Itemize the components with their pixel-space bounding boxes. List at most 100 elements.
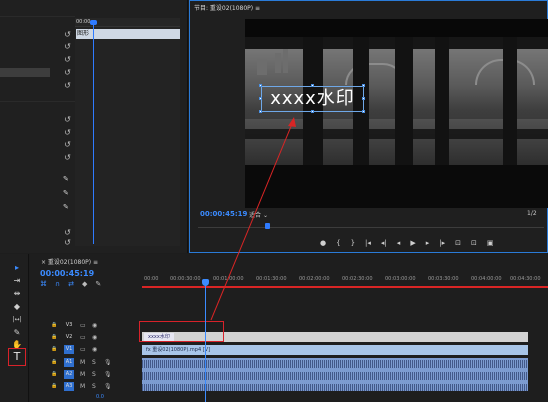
program-monitor-title[interactable]: 节目: 重设02(1080P) ≡ xyxy=(194,3,260,12)
resolution-dropdown[interactable]: 1/2 xyxy=(527,210,537,217)
monitor-scrub-bar[interactable] xyxy=(198,227,544,228)
go-to-in-icon[interactable]: |◂ xyxy=(365,238,371,248)
pen-tool-icon[interactable]: ✎ xyxy=(11,328,23,338)
resize-handle[interactable] xyxy=(362,110,365,113)
watermark-text[interactable]: xxxx水印 xyxy=(261,86,364,112)
lock-icon[interactable]: 🔒 xyxy=(50,321,59,330)
track-name[interactable]: A2 xyxy=(64,370,74,379)
selection-tool-icon[interactable]: ▸ xyxy=(11,263,23,273)
fit-dropdown[interactable]: 适合 ⌄ xyxy=(249,210,291,219)
tools-panel: ▸ ⇥ ⇹ ◆ |↔| ✎ ✋ T xyxy=(0,254,29,402)
mic-icon[interactable]: 🎙 xyxy=(104,370,112,379)
lock-icon[interactable]: 🔒 xyxy=(50,345,59,354)
add-marker-icon[interactable]: ◆ xyxy=(82,280,87,288)
reset-icon[interactable]: ↺ xyxy=(63,115,72,124)
reset-icon[interactable]: ↺ xyxy=(63,128,72,137)
play-icon[interactable]: ▶ xyxy=(410,238,415,248)
step-backward-icon[interactable]: ◂ xyxy=(397,238,401,248)
track-name[interactable]: V1 xyxy=(64,345,74,354)
solo-icon[interactable]: S xyxy=(92,370,96,379)
eyedropper-icon[interactable]: ✎ xyxy=(63,189,72,198)
playhead-handle[interactable] xyxy=(90,20,97,25)
video-preview[interactable]: xxxx水印 xyxy=(245,19,548,208)
lock-icon[interactable]: 🔒 xyxy=(50,382,59,391)
mic-icon[interactable]: 🎙 xyxy=(104,382,112,391)
building xyxy=(275,53,281,73)
monitor-playhead[interactable] xyxy=(265,223,270,229)
resize-handle[interactable] xyxy=(259,97,262,100)
reset-icon[interactable]: ↺ xyxy=(63,238,72,247)
mark-in-icon[interactable]: { xyxy=(336,238,340,248)
playhead-handle[interactable] xyxy=(202,279,209,286)
waveform xyxy=(142,384,528,391)
lift-icon[interactable]: ⊡ xyxy=(455,238,461,248)
ruler-label: 00:01:00:00 xyxy=(213,276,244,282)
lock-icon[interactable]: 🔒 xyxy=(50,370,59,379)
resize-handle[interactable] xyxy=(259,110,262,113)
eye-icon[interactable]: ◉ xyxy=(92,345,97,354)
sync-lock-icon[interactable]: ▭ xyxy=(80,321,86,330)
program-timecode[interactable]: 00:00:45:19 xyxy=(200,210,247,218)
resize-handle[interactable] xyxy=(362,84,365,87)
step-forward-icon[interactable]: ▸ xyxy=(426,238,430,248)
mute-icon[interactable]: M xyxy=(80,370,85,379)
go-to-out-icon[interactable]: |▸ xyxy=(439,238,445,248)
audio-clip-a1[interactable] xyxy=(142,358,528,370)
type-tool-icon[interactable]: T xyxy=(8,348,26,366)
lock-icon[interactable]: 🔒 xyxy=(50,333,59,342)
master-volume[interactable]: 0.0 xyxy=(96,394,104,400)
reset-icon[interactable]: ↺ xyxy=(63,140,72,149)
mute-icon[interactable]: M xyxy=(80,382,85,391)
sync-lock-icon[interactable]: ▭ xyxy=(80,333,86,342)
timeline-timecode[interactable]: 00:00:45:19 xyxy=(40,269,94,278)
track-name[interactable]: A3 xyxy=(64,382,74,391)
resize-handle[interactable] xyxy=(259,84,262,87)
reset-icon[interactable]: ↺ xyxy=(63,228,72,237)
sync-lock-icon[interactable]: ▭ xyxy=(80,345,86,354)
mark-out-icon[interactable]: } xyxy=(351,238,355,248)
solo-icon[interactable]: S xyxy=(92,358,96,367)
wrench-icon[interactable]: ✎ xyxy=(95,280,101,288)
ripple-edit-tool-icon[interactable]: ⇹ xyxy=(11,289,23,299)
track-name[interactable]: V2 xyxy=(64,333,74,342)
eyedropper-icon[interactable]: ✎ xyxy=(63,175,72,184)
resize-handle[interactable] xyxy=(362,97,365,100)
audio-clip-a2[interactable] xyxy=(142,370,528,382)
razor-tool-icon[interactable]: ◆ xyxy=(11,302,23,312)
eye-icon[interactable]: ◉ xyxy=(92,333,97,342)
reset-icon[interactable]: ↺ xyxy=(63,68,72,77)
ruler-label: 00:00:30:00 xyxy=(170,276,201,282)
snap-icon[interactable]: ∩ xyxy=(55,280,60,288)
track-name[interactable]: V3 xyxy=(64,321,74,330)
step-back-icon[interactable]: ◂| xyxy=(381,238,387,248)
reset-icon[interactable]: ↺ xyxy=(63,55,72,64)
add-marker-icon[interactable]: ● xyxy=(320,238,326,248)
reset-icon[interactable]: ↺ xyxy=(63,153,72,162)
effect-controls-timeline[interactable] xyxy=(75,18,180,246)
linked-selection-icon[interactable]: ⇄ xyxy=(68,280,74,288)
effect-controls-clip[interactable]: 图形 xyxy=(76,29,180,39)
eyedropper-icon[interactable]: ✎ xyxy=(63,203,72,212)
eye-icon[interactable]: ◉ xyxy=(92,321,97,330)
track-select-tool-icon[interactable]: ⇥ xyxy=(11,276,23,286)
mute-icon[interactable]: M xyxy=(80,358,85,367)
highlight-box xyxy=(139,321,224,342)
mic-icon[interactable]: 🎙 xyxy=(104,358,112,367)
solo-icon[interactable]: S xyxy=(92,382,96,391)
track-name[interactable]: A1 xyxy=(64,358,74,367)
extract-icon[interactable]: ⊡ xyxy=(471,238,477,248)
property-slider[interactable] xyxy=(0,68,50,77)
reset-icon[interactable]: ↺ xyxy=(63,30,72,39)
reset-icon[interactable]: ↺ xyxy=(63,42,72,51)
resize-handle[interactable] xyxy=(311,110,314,113)
reset-icon[interactable]: ↺ xyxy=(63,81,72,90)
lock-icon[interactable]: 🔒 xyxy=(50,358,59,367)
sequence-tab[interactable]: × 重设02(1080P) ≡ xyxy=(41,257,98,266)
audio-clip-a3[interactable] xyxy=(142,382,528,391)
timeline-panel: × 重设02(1080P) ≡ 00:00:45:19 ⌘ ∩ ⇄ ◆ ✎ 00… xyxy=(30,254,548,402)
video-clip[interactable]: fx 重设02(1080P).mp4 [V] xyxy=(142,345,528,355)
nest-icon[interactable]: ⌘ xyxy=(40,280,47,288)
resize-handle[interactable] xyxy=(311,84,314,87)
export-frame-icon[interactable]: ▣ xyxy=(487,238,494,248)
slip-tool-icon[interactable]: |↔| xyxy=(11,315,23,325)
